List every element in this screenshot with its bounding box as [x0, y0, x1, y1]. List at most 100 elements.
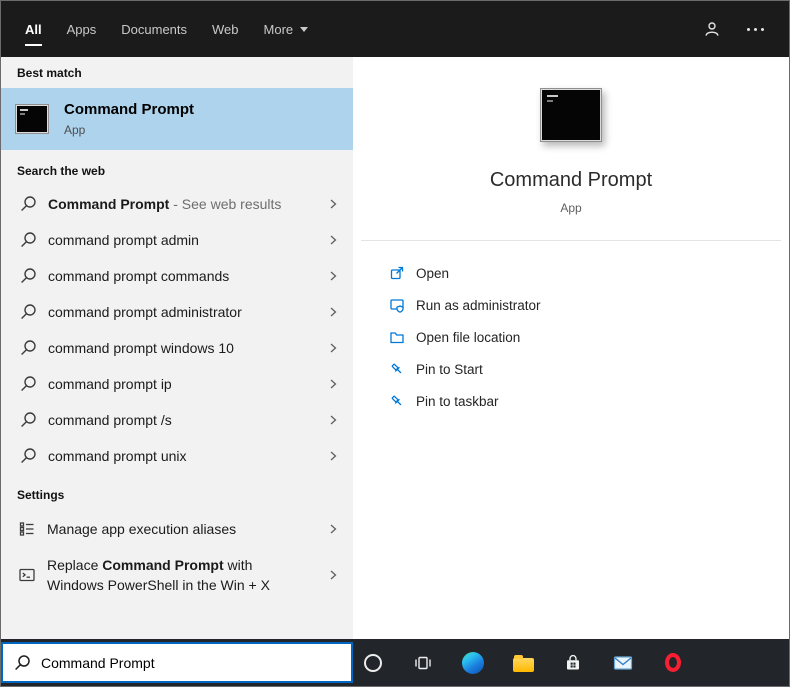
store-icon[interactable] — [561, 651, 585, 675]
preview-panel: Command Prompt App Open Run as administr… — [353, 57, 789, 639]
tab-apps[interactable]: Apps — [67, 16, 97, 43]
cortana-icon[interactable] — [361, 651, 385, 675]
settings-row-aliases[interactable]: Manage app execution aliases — [1, 510, 353, 548]
action-run-admin[interactable]: Run as administrator — [389, 289, 789, 321]
tab-more-label: More — [263, 21, 294, 37]
preview-subtitle: App — [560, 201, 582, 215]
command-prompt-icon-large — [540, 88, 602, 142]
search-suggestion-row[interactable]: command prompt /s — [1, 402, 353, 438]
settings-section-label: Settings — [17, 488, 65, 502]
tab-documents-label: Documents — [121, 21, 188, 37]
tab-documents[interactable]: Documents — [121, 16, 187, 43]
chevron-right-icon[interactable] — [327, 234, 339, 246]
header-icons — [703, 20, 764, 38]
pin-icon — [391, 363, 402, 374]
search-web-section-label: Search the web — [17, 164, 106, 178]
best-match-section-label: Best match — [17, 66, 82, 80]
search-icon — [21, 376, 36, 391]
tab-all-label: All — [25, 21, 42, 37]
task-view-icon[interactable] — [411, 651, 435, 675]
search-suggestion-row[interactable]: command prompt administrator — [1, 294, 353, 330]
preview-title: Command Prompt — [489, 169, 653, 191]
settings-row-text: Manage app execution aliases — [47, 521, 237, 537]
suggestion-text: command prompt /s — [48, 412, 172, 428]
suggestion-bold: Command Prompt — [48, 196, 170, 212]
search-header: All Apps Documents Web More — [1, 1, 789, 57]
search-icon — [21, 304, 36, 319]
search-icon — [21, 412, 36, 427]
suggestion-text: command prompt commands — [48, 268, 230, 284]
account-icon[interactable] — [703, 20, 721, 38]
tab-more[interactable]: More — [264, 16, 309, 43]
suggestion-text: command prompt administrator — [48, 304, 242, 320]
chevron-right-icon[interactable] — [327, 306, 339, 318]
action-pin-to-start[interactable]: Pin to Start — [389, 353, 789, 385]
best-match-title: Command Prompt — [64, 101, 195, 118]
suggestion-text: Command Prompt - See web results — [48, 196, 281, 212]
preview-divider — [361, 240, 781, 241]
action-pin-to-taskbar[interactable]: Pin to taskbar — [389, 385, 789, 417]
settings-row-replace[interactable]: Replace Command Prompt with Windows Powe… — [1, 548, 353, 602]
search-suggestion-row[interactable]: command prompt unix — [1, 438, 353, 474]
edge-logo — [462, 651, 484, 674]
chevron-right-icon[interactable] — [327, 414, 339, 426]
windows-search-flyout: All Apps Documents Web More Best match C… — [0, 0, 790, 687]
search-suggestion-row[interactable]: command prompt windows 10 — [1, 330, 353, 366]
search-icon — [21, 340, 36, 355]
preview-actions: Open Run as administrator Open file loca… — [353, 257, 789, 417]
chevron-right-icon[interactable] — [327, 523, 339, 535]
action-label: Pin to Start — [416, 361, 483, 377]
search-input[interactable] — [41, 654, 341, 671]
action-open[interactable]: Open — [389, 257, 789, 289]
chevron-right-icon[interactable] — [327, 378, 339, 390]
tab-apps-label: Apps — [66, 21, 97, 37]
search-tabs: All Apps Documents Web More — [25, 16, 309, 46]
cortana-ring — [364, 653, 382, 672]
action-open-file-location[interactable]: Open file location — [389, 321, 789, 353]
app-aliases-icon — [19, 522, 34, 536]
tab-all[interactable]: All — [25, 16, 42, 46]
suggestion-text: command prompt ip — [48, 376, 172, 392]
chevron-right-icon[interactable] — [327, 342, 339, 354]
search-suggestion-row[interactable]: command prompt commands — [1, 258, 353, 294]
file-explorer-icon[interactable] — [511, 651, 535, 675]
search-box[interactable] — [1, 642, 353, 683]
opera-ring — [665, 653, 681, 672]
chevron-down-icon — [300, 26, 309, 32]
mail-icon[interactable] — [611, 651, 635, 675]
chevron-right-icon[interactable] — [327, 198, 339, 210]
settings-row-text: Replace Command Prompt with Windows Powe… — [47, 555, 285, 596]
chevron-right-icon[interactable] — [327, 569, 339, 581]
action-label: Pin to taskbar — [416, 393, 499, 409]
search-suggestion-row[interactable]: Command Prompt - See web results — [1, 186, 353, 222]
best-match-subtitle: App — [64, 123, 86, 137]
opera-icon[interactable] — [661, 651, 685, 675]
search-icon — [21, 196, 36, 211]
more-options-icon[interactable] — [747, 27, 764, 31]
tab-web[interactable]: Web — [212, 16, 239, 43]
command-prompt-icon — [15, 104, 49, 134]
search-icon — [21, 232, 36, 247]
best-match-text: Command Prompt App — [64, 101, 194, 137]
search-icon — [21, 268, 36, 283]
search-suggestion-row[interactable]: command prompt admin — [1, 222, 353, 258]
best-match-item[interactable]: Command Prompt App — [1, 88, 353, 150]
taskbar-icons — [361, 651, 685, 675]
action-label: Open file location — [416, 329, 521, 345]
console-window-icon — [19, 568, 35, 582]
search-icon — [21, 448, 36, 463]
suggestion-text: command prompt admin — [48, 232, 199, 248]
open-icon — [390, 266, 404, 280]
suggestion-text: command prompt unix — [48, 448, 187, 464]
folder-shape — [512, 654, 534, 672]
replace-bold: Command Prompt — [102, 556, 224, 573]
search-suggestion-row[interactable]: command prompt ip — [1, 366, 353, 402]
action-label: Open — [416, 265, 450, 281]
tab-web-label: Web — [212, 21, 239, 37]
replace-prefix: Replace — [47, 556, 103, 573]
chevron-right-icon[interactable] — [327, 270, 339, 282]
search-icon — [15, 654, 30, 670]
edge-icon[interactable] — [461, 651, 485, 675]
chevron-right-icon[interactable] — [327, 450, 339, 462]
suggestion-text: command prompt windows 10 — [48, 340, 234, 356]
